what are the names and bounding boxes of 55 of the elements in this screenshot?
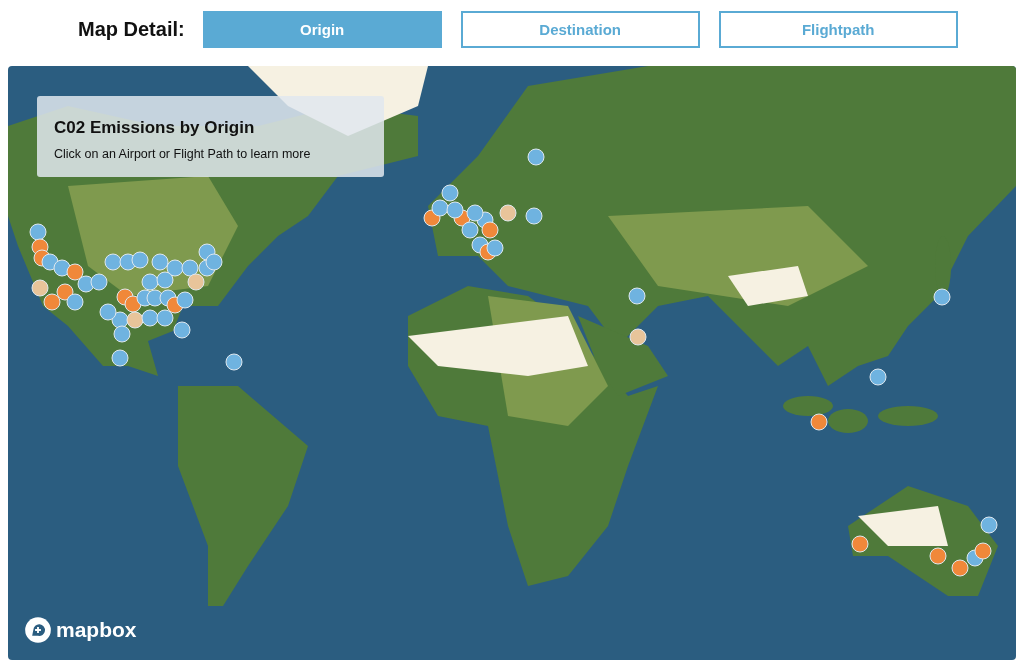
airport-marker[interactable] — [431, 199, 449, 217]
airport-marker[interactable] — [141, 309, 159, 327]
airport-marker[interactable] — [173, 321, 191, 339]
airport-marker[interactable] — [466, 204, 484, 222]
airport-marker[interactable] — [441, 184, 459, 202]
airport-marker[interactable] — [974, 542, 992, 560]
airport-marker[interactable] — [461, 221, 479, 239]
airport-marker[interactable] — [126, 311, 144, 329]
airport-marker[interactable] — [141, 273, 159, 291]
airport-marker[interactable] — [113, 325, 131, 343]
airport-marker[interactable] — [156, 271, 174, 289]
info-title: C02 Emissions by Origin — [54, 118, 256, 138]
airport-marker[interactable] — [111, 349, 129, 367]
info-subtitle: Click on an Airport or Flight Path to learn more — [54, 147, 312, 161]
airport-marker[interactable] — [951, 559, 969, 577]
airport-marker[interactable] — [810, 413, 828, 431]
airport-marker[interactable] — [131, 251, 149, 269]
airport-marker[interactable] — [527, 148, 545, 166]
airport-marker[interactable] — [933, 288, 951, 306]
airport-marker[interactable] — [66, 293, 84, 311]
airport-marker[interactable] — [176, 291, 194, 309]
airport-marker[interactable] — [166, 259, 184, 277]
airport-marker[interactable] — [481, 221, 499, 239]
airport-marker[interactable] — [56, 283, 74, 301]
airport-marker[interactable] — [629, 328, 647, 346]
airport-marker[interactable] — [628, 287, 646, 305]
map-detail-tab[interactable]: Origin — [202, 10, 442, 48]
map-detail-tab[interactable]: Destination — [460, 10, 700, 48]
airport-marker[interactable] — [99, 303, 117, 321]
airport-marker[interactable] — [53, 259, 71, 277]
map-pin-logo-icon — [24, 616, 52, 644]
airport-marker[interactable] — [181, 259, 199, 277]
mapbox-logo-text[interactable]: mapbox — [56, 618, 137, 642]
airport-marker[interactable] — [90, 273, 108, 291]
airport-marker[interactable] — [205, 253, 223, 271]
map-detail-tab[interactable]: Flightpath — [718, 10, 958, 48]
airport-marker[interactable] — [499, 204, 517, 222]
airport-marker[interactable] — [43, 293, 61, 311]
airport-marker[interactable] — [851, 535, 869, 553]
airport-marker[interactable] — [104, 253, 122, 271]
airport-marker[interactable] — [869, 368, 887, 386]
airport-marker[interactable] — [980, 516, 998, 534]
airport-marker[interactable] — [66, 263, 84, 281]
airport-marker[interactable] — [156, 309, 174, 327]
airport-marker[interactable] — [446, 201, 464, 219]
airport-marker[interactable] — [151, 253, 169, 271]
airport-marker[interactable] — [41, 253, 59, 271]
airport-marker[interactable] — [29, 223, 47, 241]
airport-marker[interactable] — [525, 207, 543, 225]
airport-marker[interactable] — [31, 279, 49, 297]
airport-marker[interactable] — [929, 547, 947, 565]
airport-marker[interactable] — [486, 239, 504, 257]
airport-marker[interactable] — [187, 273, 205, 291]
airport-marker[interactable] — [225, 353, 243, 371]
map-detail-label: Map Detail: — [78, 17, 185, 41]
